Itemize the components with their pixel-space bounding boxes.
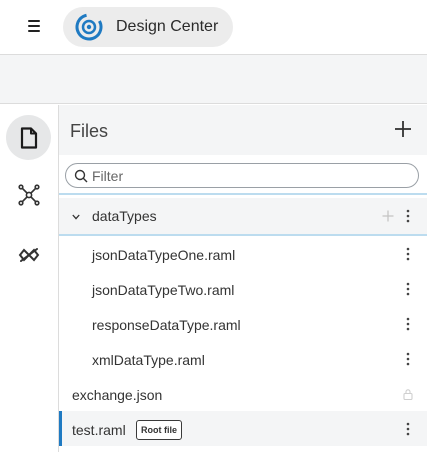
file-label: responseDataType.raml	[92, 317, 241, 333]
more-icon[interactable]	[404, 317, 412, 331]
file-label: xmlDataType.raml	[92, 352, 205, 368]
more-icon[interactable]	[404, 422, 412, 436]
plus-icon[interactable]	[393, 119, 413, 139]
file-row[interactable]: responseDataType.raml	[59, 306, 427, 341]
rail-api-graph-button[interactable]	[6, 172, 51, 217]
filter-field	[65, 163, 419, 188]
files-panel-header: Files	[59, 105, 427, 155]
design-center-logo-icon	[75, 13, 103, 41]
folder-add-icon[interactable]	[382, 210, 394, 222]
file-row[interactable]: jsonDataTypeTwo.raml	[59, 271, 427, 306]
toolbar-band	[0, 55, 427, 104]
file-row[interactable]: xmlDataType.raml	[59, 341, 427, 376]
left-rail	[0, 105, 58, 452]
app-switcher[interactable]: Design Center	[63, 7, 233, 47]
chevron-down-icon[interactable]	[72, 214, 80, 220]
folder-more-icon[interactable]	[404, 209, 412, 223]
panel-title: Files	[70, 121, 109, 141]
hamburger-menu-icon[interactable]	[26, 16, 44, 36]
more-icon[interactable]	[404, 282, 412, 296]
file-label: exchange.json	[72, 387, 163, 403]
more-icon[interactable]	[404, 247, 412, 261]
filter-bar	[59, 155, 427, 195]
file-row[interactable]: exchange.json	[59, 376, 427, 411]
lock-icon	[403, 389, 413, 400]
root-file-badge: Root file	[136, 420, 182, 440]
file-row-selected[interactable]: test.raml Root file	[59, 411, 427, 446]
rail-files-button[interactable]	[6, 115, 51, 160]
file-icon	[20, 126, 37, 149]
folder-row-datatypes[interactable]: dataTypes	[59, 198, 427, 236]
file-label: jsonDataTypeTwo.raml	[92, 282, 235, 298]
app-title: Design Center	[116, 18, 219, 35]
folder-label: dataTypes	[92, 208, 157, 224]
files-panel: Files dataTypes jsonDataTypeOne.raml	[59, 105, 427, 452]
filter-input[interactable]	[92, 166, 412, 186]
file-row[interactable]: jsonDataTypeOne.raml	[59, 236, 427, 271]
rail-exchange-button[interactable]	[6, 232, 51, 277]
exchange-icon	[18, 247, 39, 262]
file-label: jsonDataTypeOne.raml	[92, 247, 236, 263]
more-icon[interactable]	[404, 352, 412, 366]
search-icon	[74, 169, 88, 183]
file-label: test.raml	[72, 422, 126, 438]
api-graph-icon	[17, 183, 40, 206]
top-header: Design Center	[0, 0, 427, 55]
